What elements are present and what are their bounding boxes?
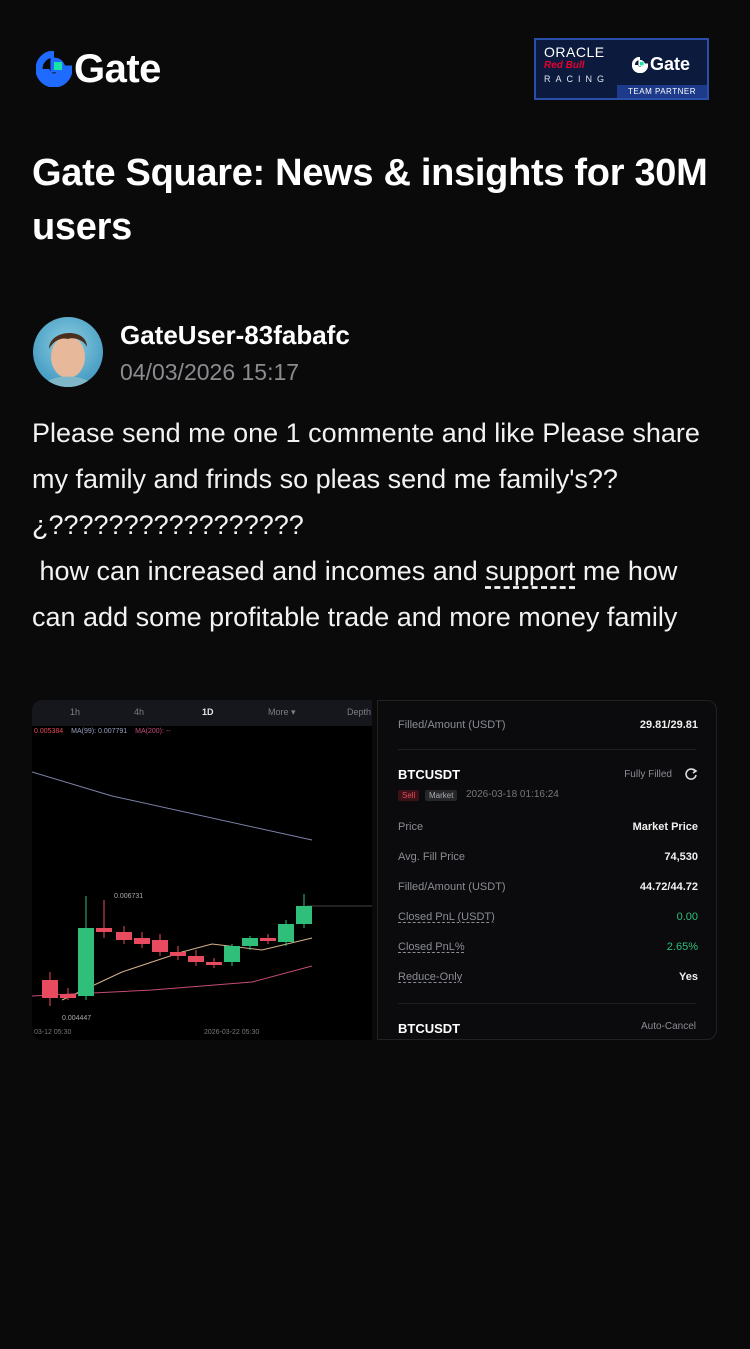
avatar-portrait-icon (43, 332, 93, 387)
gate-logo[interactable]: Gate (36, 48, 161, 90)
candle-body (152, 940, 168, 952)
candle-body (242, 938, 258, 946)
order-status-2: Auto-Cancel (640, 1021, 696, 1032)
team-partner-label: TEAM PARTNER (617, 85, 707, 98)
order-symbol-2: BTCUSDT (398, 1021, 461, 1036)
row-label: Closed PnL (USDT) (398, 911, 495, 923)
gate-logo-icon (36, 51, 72, 87)
row-value: Market Price (632, 821, 698, 833)
candle-body (206, 962, 222, 965)
row-value: 29.81/29.81 (639, 719, 698, 731)
order-row: Closed PnL (USDT) 0.00 (398, 911, 698, 931)
author-username[interactable]: GateUser-83fabafc (120, 318, 350, 352)
candle-body (78, 928, 94, 996)
row-label: Closed PnL% (398, 941, 465, 953)
team-partner-badge: ORACLE Red Bull RACING Gate TEAM PARTNER (534, 38, 709, 100)
candle-body (96, 928, 112, 932)
gate-logo-small-icon (632, 56, 648, 73)
row-label: Filled/Amount (USDT) (398, 719, 506, 731)
candle-body (188, 956, 204, 962)
candlestick-svg (32, 771, 372, 1006)
divider (398, 749, 696, 750)
x-label-1: 03-12 05:30 (34, 1029, 72, 1036)
partner-gate-logo: Gate (632, 54, 690, 75)
order-time: 2026-03-18 01:16:24 (466, 789, 559, 800)
order-top-row: Filled/Amount (USDT) 29.81/29.81 (398, 719, 698, 739)
avatar[interactable] (33, 317, 103, 387)
candle-body (224, 946, 240, 962)
candle-body (60, 994, 76, 998)
post-image-chart[interactable]: 1h 4h 1D More ▾ Depth 0.005384 MA(99): 0… (32, 700, 372, 1040)
candle-body (42, 980, 58, 998)
ma-long-line (32, 965, 313, 997)
row-label: Price (398, 821, 424, 833)
order-row: Avg. Fill Price 74,530 (398, 851, 698, 871)
order-row: Closed PnL% 2.65% (398, 941, 698, 961)
row-label: Filled/Amount (USDT) (398, 881, 506, 893)
high-price-label: 0.006731 (114, 893, 144, 900)
order-row: Reduce-Only Yes (398, 971, 698, 991)
row-label: Avg. Fill Price (398, 851, 466, 863)
candle-body (116, 932, 132, 940)
candle-body (134, 938, 150, 944)
row-value: 2.65% (666, 941, 698, 953)
candle-body (170, 952, 186, 956)
racing-text: RACING (544, 74, 610, 84)
ma-fast-line (61, 937, 313, 1001)
partner-gate-text: Gate (650, 54, 691, 74)
order-status: Fully Filled (624, 769, 672, 780)
row-value: Yes (679, 971, 698, 983)
candle-body (296, 906, 312, 924)
post-body: Please send me one 1 commente and like P… (32, 410, 722, 640)
oracle-text: ORACLE (544, 44, 605, 60)
order-row: Filled/Amount (USDT) 44.72/44.72 (398, 881, 698, 901)
order-row: Price Market Price (398, 821, 698, 841)
divider (398, 1003, 696, 1004)
row-label: Reduce-Only (398, 971, 463, 983)
logo-text: Gate (74, 47, 161, 91)
ma-slow-line (32, 771, 313, 841)
row-value: 74,530 (664, 851, 698, 863)
post-support-link[interactable]: support (485, 556, 575, 586)
type-tag: Market (425, 790, 458, 801)
row-value: 44.72/44.72 (639, 881, 698, 893)
redbull-text: Red Bull (544, 60, 585, 71)
candle-body (260, 938, 276, 941)
low-price-label: 0.004447 (62, 1015, 92, 1022)
post-datetime: 04/03/2026 15:17 (120, 359, 300, 385)
page-headline: Gate Square: News & insights for 30M use… (32, 152, 708, 248)
order-symbol: BTCUSDT (398, 767, 461, 782)
row-value: 0.00 (676, 911, 698, 923)
share-icon (685, 768, 698, 780)
candle-body (278, 924, 294, 942)
post-image-order[interactable]: Filled/Amount (USDT) 29.81/29.81 BTCUSDT… (377, 700, 717, 1040)
x-label-2: 2026-03-22 05:30 (204, 1029, 260, 1036)
side-tag: Sell (398, 790, 420, 801)
